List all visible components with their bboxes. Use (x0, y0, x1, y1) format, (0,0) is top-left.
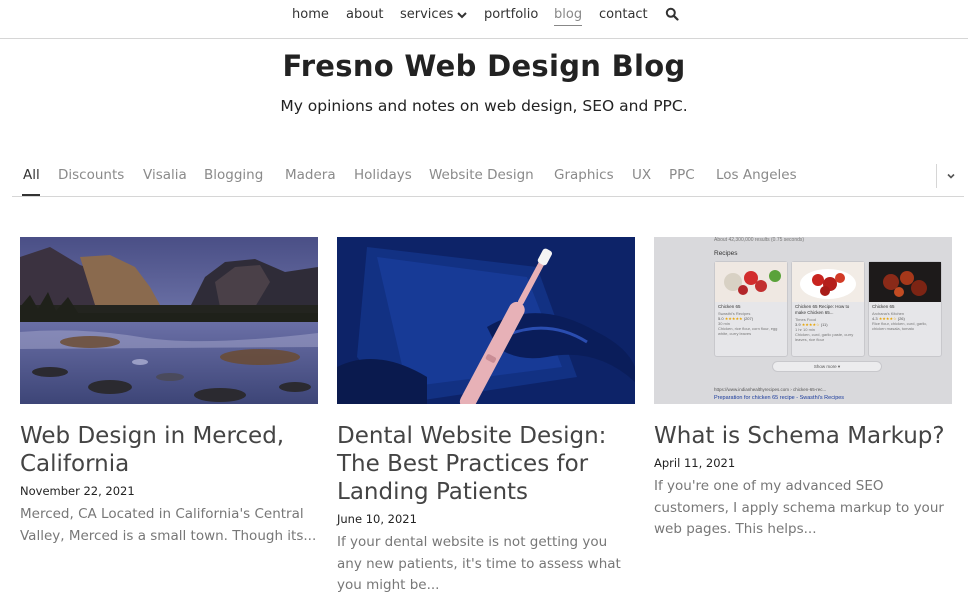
recipe-ingredients: Rice flour, chicken, curd, garlic, chick… (872, 321, 928, 331)
blog-title: Fresno Web Design Blog (282, 49, 686, 83)
recipe-photo (792, 262, 864, 302)
recipes-label: Recipes (714, 250, 738, 257)
recipe-ingredients: Chicken, curd, garlic paste, curry leave… (795, 332, 854, 342)
category-ux[interactable]: UX (632, 167, 651, 183)
nav-services[interactable]: services (400, 7, 453, 23)
toothbrush-photo (337, 237, 635, 404)
category-divider (936, 164, 937, 188)
post-title[interactable]: Dental Website Design: The Best Practice… (337, 422, 635, 506)
post-excerpt: If your dental website is not getting yo… (337, 534, 621, 593)
recipe-card: Chicken 65 Swasthi's Recipes 5.0 ★★★★★ (… (714, 261, 788, 357)
recipe-card: Chicken 65 Recipe: How to make Chicken 6… (791, 261, 865, 357)
top-navigation: home about services portfolio blog conta… (0, 0, 968, 39)
category-blogging[interactable]: Blogging (204, 167, 263, 183)
post-date: April 11, 2021 (654, 456, 736, 470)
category-visalia[interactable]: Visalia (143, 167, 187, 183)
recipe-ingredients: Chicken, rice flour, corn flour, egg whi… (718, 326, 778, 336)
post-card[interactable]: About 42,300,000 results (0.75 seconds) … (654, 237, 952, 541)
post-title[interactable]: Web Design in Merced, California (20, 422, 318, 478)
post-excerpt: Merced, CA Located in California's Centr… (20, 506, 317, 544)
post-card[interactable]: Web Design in Merced, California Novembe… (20, 237, 318, 547)
category-filter-bar: All Discounts Visalia Blogging Madera Ho… (12, 157, 964, 197)
nav-blog[interactable]: blog (554, 7, 583, 26)
show-more-label: Show more (813, 364, 837, 369)
recipe-photo (869, 262, 941, 302)
recipe-reviews: (11) (820, 322, 828, 327)
recipe-reviews: (207) (743, 316, 754, 321)
recipe-name: Chicken 65 Recipe: How to make Chicken 6… (795, 304, 850, 315)
recipe-photo (715, 262, 787, 302)
post-thumbnail-yosemite[interactable] (20, 237, 318, 404)
post-title[interactable]: What is Schema Markup? (654, 422, 952, 450)
chevron-down-icon[interactable] (945, 170, 957, 182)
post-thumbnail-toothbrush[interactable] (337, 237, 635, 404)
category-website-design[interactable]: Website Design (429, 167, 534, 183)
yosemite-valley-photo (20, 237, 318, 404)
post-date: November 22, 2021 (20, 484, 135, 498)
category-holidays[interactable]: Holidays (354, 167, 412, 183)
chevron-down-icon[interactable] (456, 9, 468, 21)
nav-home[interactable]: home (292, 7, 329, 23)
recipe-name: Chicken 65 (872, 304, 895, 309)
active-category-underline (22, 194, 40, 196)
category-ppc[interactable]: PPC (669, 167, 695, 183)
category-graphics[interactable]: Graphics (554, 167, 614, 183)
results-count: About 42,300,000 results (0.75 seconds) (714, 237, 805, 243)
category-los-angeles[interactable]: Los Angeles (716, 167, 797, 183)
result-link: Preparation for chicken 65 recipe - Swas… (714, 395, 845, 401)
category-all[interactable]: All (23, 167, 40, 183)
show-more-button: Show more ▾ (772, 361, 882, 372)
post-date: June 10, 2021 (337, 512, 417, 526)
post-card[interactable]: Dental Website Design: The Best Practice… (337, 237, 635, 597)
category-madera[interactable]: Madera (285, 167, 336, 183)
recipe-card: Chicken 65 Archana's Kitchen 4.3 ★★★★☆ (… (868, 261, 942, 357)
nav-contact[interactable]: contact (599, 7, 648, 23)
nav-portfolio[interactable]: portfolio (484, 7, 538, 23)
category-discounts[interactable]: Discounts (58, 167, 124, 183)
nav-about[interactable]: about (346, 7, 384, 23)
search-icon[interactable] (665, 7, 679, 21)
recipe-name: Chicken 65 (718, 304, 741, 309)
post-thumbnail-schema[interactable]: About 42,300,000 results (0.75 seconds) … (654, 237, 952, 404)
result-url: https://www.indianhealthyrecipes.com › c… (714, 387, 827, 392)
blog-tagline: My opinions and notes on web design, SEO… (280, 97, 688, 115)
post-excerpt: If you're one of my advanced SEO custome… (654, 478, 944, 537)
